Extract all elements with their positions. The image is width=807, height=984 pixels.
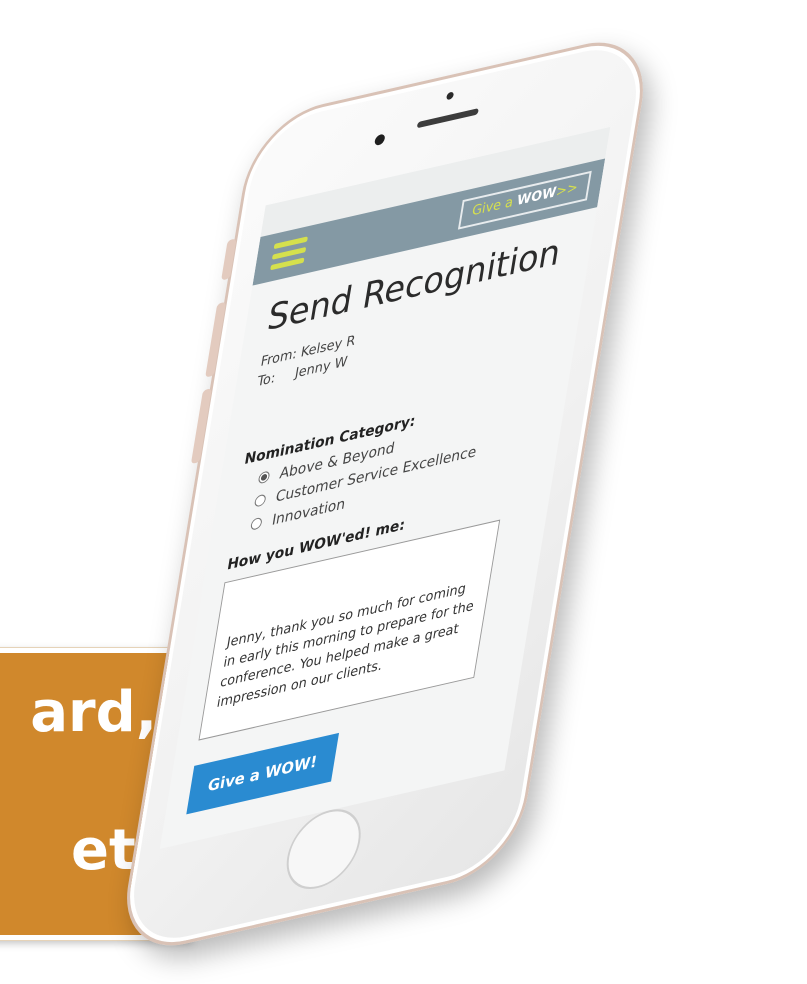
phone-mute-switch: [221, 238, 237, 281]
give-a-prefix: Give a: [470, 194, 515, 220]
hamburger-menu-icon[interactable]: [270, 236, 308, 271]
to-label: To:: [256, 370, 277, 391]
give-a-suffix: >>: [554, 179, 579, 201]
radio-selected-icon[interactable]: [257, 470, 271, 485]
radio-unselected-icon[interactable]: [250, 516, 263, 531]
phone-device: Give a WOW>> Send Recognition From: Kels…: [115, 28, 655, 960]
stage: ard, et. Give a WOW>> Send Recognition F…: [0, 0, 807, 984]
phone-volume-up: [205, 301, 227, 378]
phone-screen: Give a WOW>> Send Recognition From: Kels…: [159, 126, 611, 849]
front-camera: [446, 91, 455, 101]
radio-unselected-icon[interactable]: [253, 493, 267, 508]
form-content: Send Recognition From: Kelsey R To: Jenn…: [165, 207, 598, 819]
wow-label: WOW: [515, 184, 558, 210]
menu-bar: [270, 257, 305, 271]
proximity-sensor: [374, 133, 386, 147]
phone-wrapper: Give a WOW>> Send Recognition From: Kels…: [0, 0, 807, 984]
phone-volume-down: [190, 388, 212, 465]
earpiece-speaker: [416, 108, 479, 129]
give-a-wow-button[interactable]: Give a WOW!: [186, 733, 339, 815]
